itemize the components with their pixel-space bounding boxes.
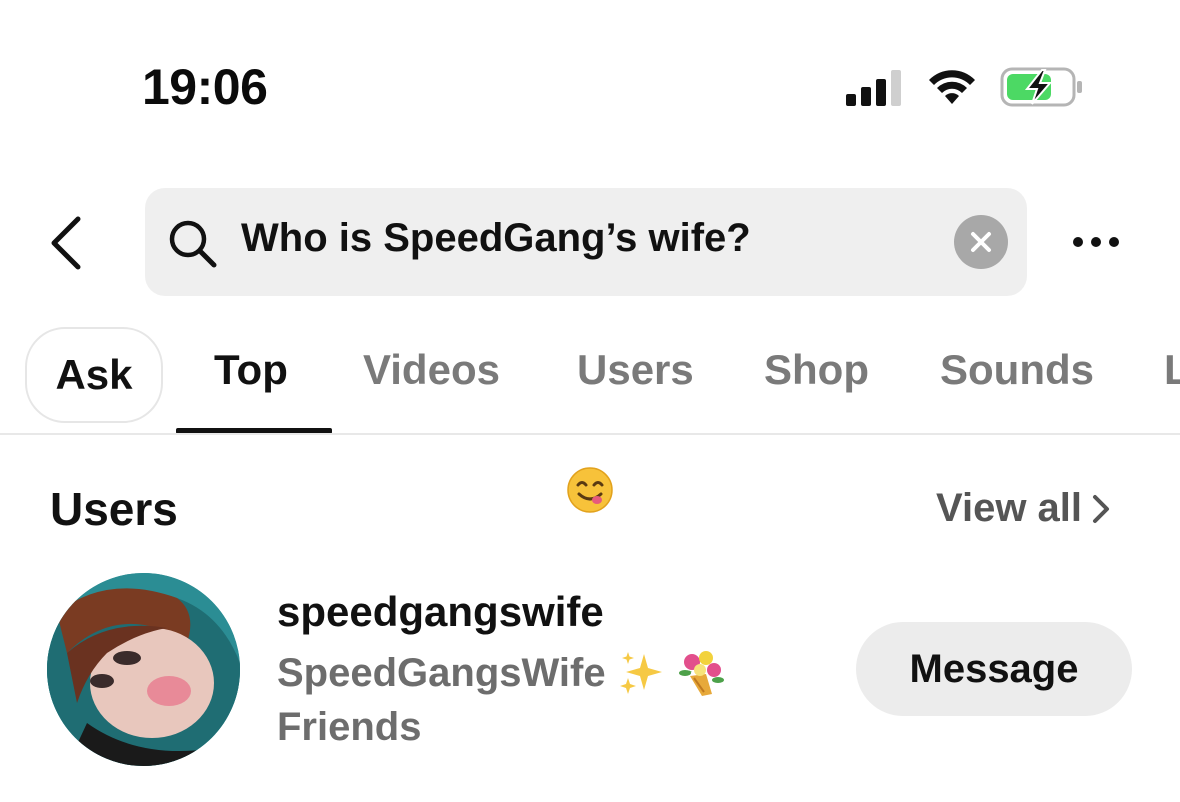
status-time: 19:06 [142,59,268,115]
section-title-users: Users [50,483,178,535]
tab-ask[interactable]: Ask [25,327,163,423]
tabs-divider [0,433,1180,435]
more-icon [1073,237,1083,247]
back-button[interactable] [40,212,92,274]
view-all-label: View all [936,486,1083,530]
search-input[interactable]: Who is SpeedGang’s wife? [241,216,751,261]
profile-photo [47,573,240,766]
tab-videos[interactable]: Videos [363,346,500,394]
chevron-right-icon [1093,494,1110,523]
tab-users[interactable]: Users [577,346,694,394]
avatar[interactable] [47,573,240,766]
relationship-label: Friends [277,705,422,749]
display-name: SpeedGangsWife [277,650,606,695]
view-all-link[interactable]: View all [936,486,1110,531]
search-icon [169,220,217,268]
more-options-button[interactable] [1066,222,1126,262]
username[interactable]: speedgangswife [277,588,604,636]
tab-top[interactable]: Top [214,346,288,394]
message-button[interactable]: Message [856,622,1132,716]
sparkles-emoji-icon [619,652,662,694]
clear-search-button[interactable] [954,215,1008,269]
search-bar[interactable]: Who is SpeedGang’s wife? [145,188,1027,296]
display-name-row: SpeedGangsWife [277,648,726,698]
back-chevron-icon [51,216,81,270]
battery-charging-icon [1000,67,1082,107]
cellular-signal-icon [846,70,901,106]
tab-live-partial[interactable]: L [1164,346,1180,394]
tab-sounds[interactable]: Sounds [940,346,1094,394]
tab-shop[interactable]: Shop [764,346,869,394]
yum-face-emoji-icon [567,467,613,513]
bouquet-emoji-icon [678,651,724,696]
clear-icon [971,232,991,252]
wifi-icon [929,70,975,104]
